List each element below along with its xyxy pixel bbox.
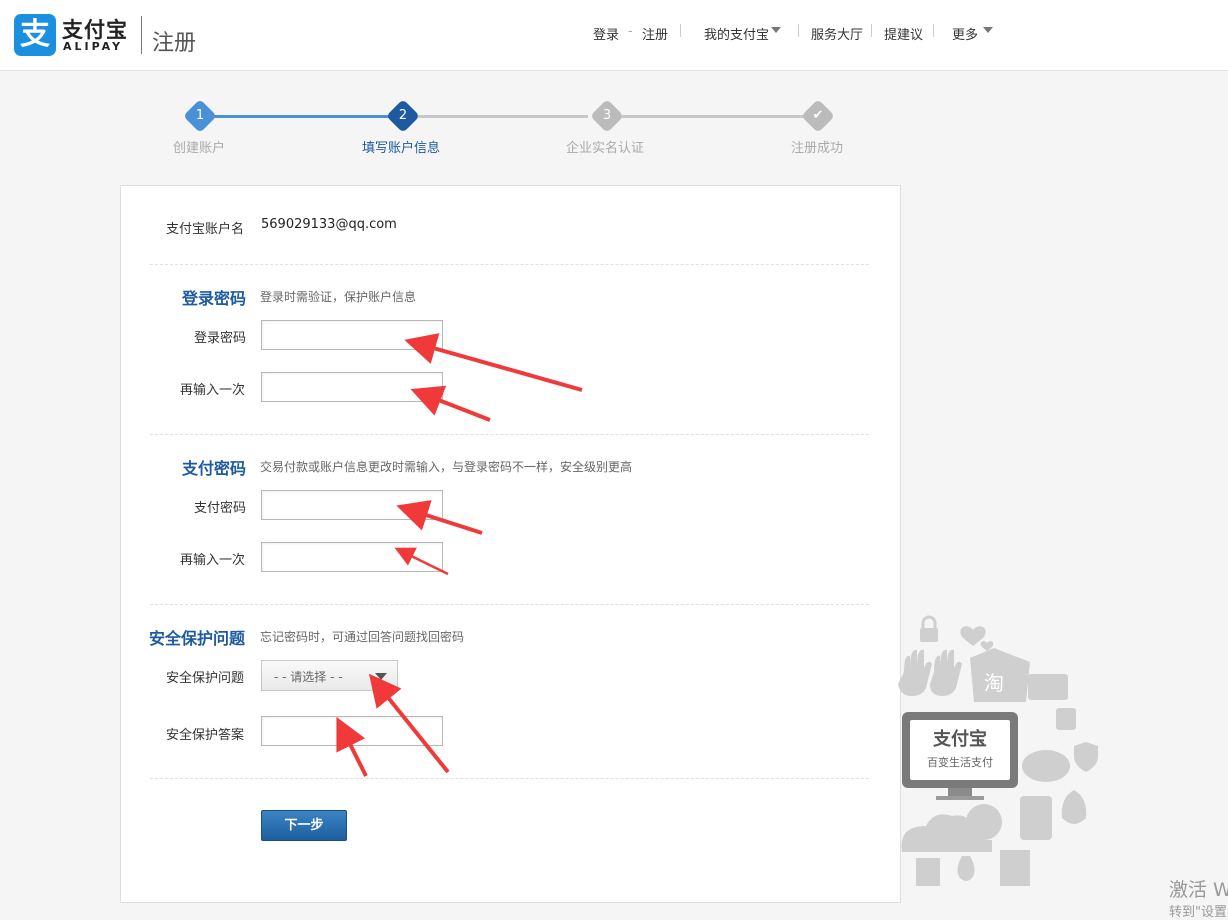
login-password-confirm-label: 再输入一次 (180, 383, 246, 398)
pay-password-input[interactable] (261, 490, 443, 520)
security-answer-label: 安全保护答案 (166, 728, 245, 743)
pay-password-section-desc: 交易付款或账户信息更改时需输入，与登录密码不一样，安全级别更高 (260, 460, 633, 474)
security-question-selected: - - 请选择 - - (274, 670, 343, 684)
alipay-lifestyle-illustration: 支付宝 百变生活支付 淘 (898, 615, 1098, 886)
pay-password-label: 支付密码 (194, 501, 247, 516)
step-2-number: 2 (398, 108, 408, 123)
login-password-input[interactable] (261, 320, 443, 350)
calendar-icon (916, 858, 940, 886)
security-question-select[interactable]: - - 请选择 - - (261, 660, 398, 691)
nav-divider (871, 24, 872, 37)
nav-dash: - (628, 24, 633, 39)
logo-en-text: ALIPAY (63, 40, 124, 53)
nav-more-link[interactable]: 更多 (952, 24, 978, 43)
checkmark-icon: ✔ (812, 108, 824, 123)
section-divider (150, 778, 869, 779)
os-activation-watermark-sub: 转到"设置 (1169, 905, 1227, 920)
account-name-value: 569029133@qq.com (261, 217, 397, 232)
credit-card-icon (1028, 674, 1068, 700)
coffee-cup-icon (1022, 750, 1070, 782)
os-activation-watermark: 激活 W (1169, 879, 1228, 901)
security-question-section-desc: 忘记密码时，可通过回答问题找回密码 (260, 630, 465, 644)
nav-service-hall-link[interactable]: 服务大厅 (811, 24, 863, 43)
lightbulb-icon (966, 804, 1002, 840)
step-3-number: 3 (602, 108, 612, 123)
login-password-section-title: 登录密码 (182, 289, 247, 308)
pay-password-section-title: 支付密码 (182, 459, 247, 478)
nav-divider (798, 24, 799, 37)
nav-my-alipay-link[interactable]: 我的支付宝 (704, 24, 769, 43)
lock-icon (920, 628, 938, 642)
alipay-logo-icon[interactable]: 支 (14, 14, 56, 56)
page-title: 注册 (152, 31, 197, 56)
shield-icon (1074, 742, 1098, 772)
leaf-icon (1061, 790, 1087, 824)
illustration-slogan: 百变生活支付 (927, 755, 993, 769)
logo-divider (141, 16, 142, 54)
top-header: 支 支付宝 ALIPAY 注册 登录 - 注册 我的支付宝 服务大厅 提建议 更… (0, 0, 1228, 71)
login-password-section-desc: 登录时需验证，保护账户信息 (260, 290, 417, 304)
step-1-label: 创建账户 (173, 141, 226, 156)
security-question-label: 安全保护问题 (166, 671, 245, 686)
pay-password-confirm-input[interactable] (261, 542, 443, 572)
document-icon (1000, 850, 1030, 886)
nav-suggest-link[interactable]: 提建议 (884, 24, 923, 43)
tao-char: 淘 (984, 671, 1004, 695)
step-3-label: 企业实名认证 (566, 141, 645, 156)
pay-password-confirm-label: 再输入一次 (180, 553, 246, 568)
security-question-section-title: 安全保护问题 (149, 629, 246, 648)
step-2-label: 填写账户信息 (362, 141, 441, 156)
security-answer-input[interactable] (261, 716, 443, 746)
next-step-button[interactable]: 下一步 (261, 810, 347, 841)
nav-divider (933, 24, 934, 37)
nav-register-link[interactable]: 注册 (642, 24, 668, 43)
chevron-down-icon (375, 673, 387, 680)
water-drop-icon (957, 856, 975, 881)
nav-login-link[interactable]: 登录 (593, 24, 619, 43)
section-divider (150, 434, 869, 435)
chevron-down-icon[interactable] (983, 27, 993, 33)
chevron-down-icon[interactable] (771, 27, 781, 33)
phone-icon (1020, 796, 1052, 840)
wallet-icon (1056, 708, 1076, 730)
login-password-label: 登录密码 (194, 331, 247, 346)
step-connector (418, 115, 588, 118)
step-4-label: 注册成功 (791, 141, 844, 156)
login-password-confirm-input[interactable] (261, 372, 443, 402)
step-1-number: 1 (195, 108, 205, 123)
illustration-logo-text: 支付宝 (932, 728, 987, 749)
account-name-label: 支付宝账户名 (166, 222, 245, 237)
hand-icon (898, 649, 932, 696)
nav-divider (680, 24, 681, 37)
section-divider (150, 604, 869, 605)
section-divider (150, 264, 869, 265)
step-connector (212, 115, 392, 118)
step-connector (622, 115, 804, 118)
